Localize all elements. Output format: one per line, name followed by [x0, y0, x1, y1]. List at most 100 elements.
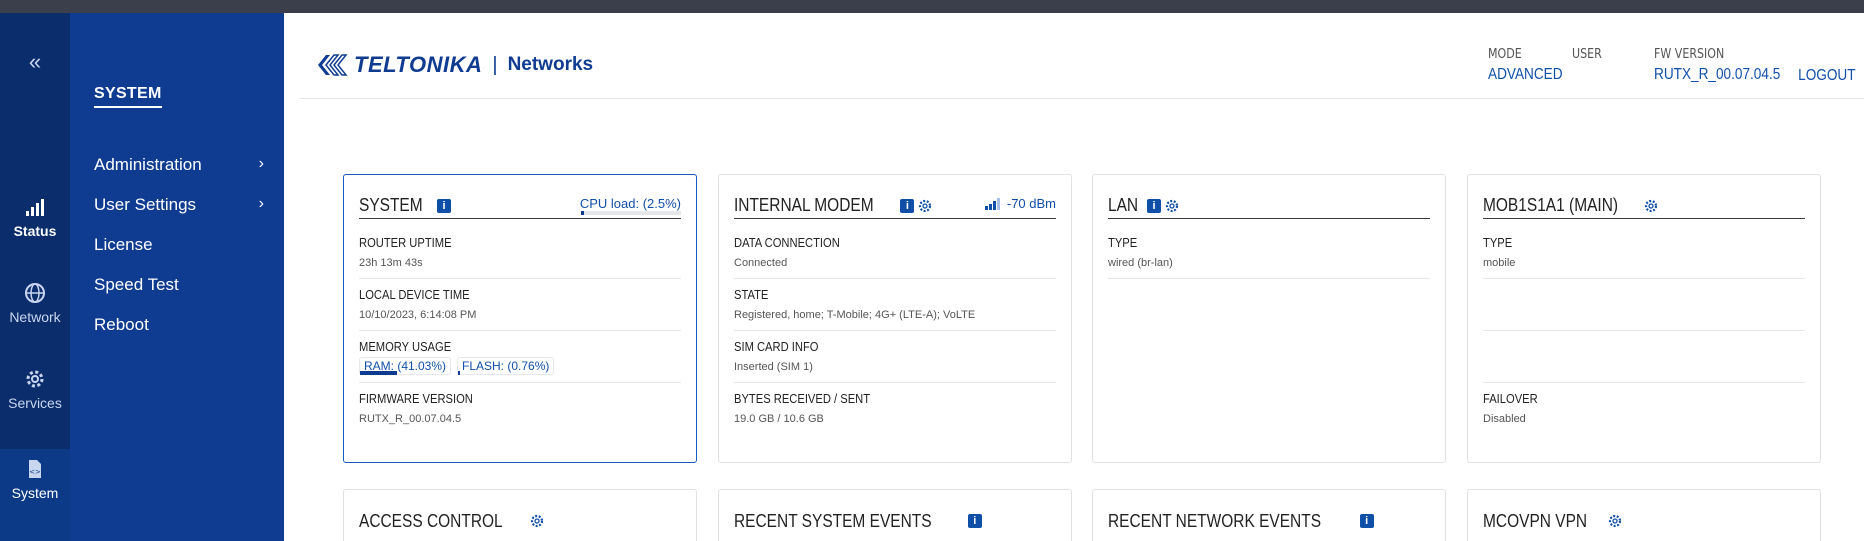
row-key: MEMORY USAGE	[359, 339, 452, 354]
logout-label: LOGOUT	[1798, 67, 1856, 84]
settings-gear-icon[interactable]	[918, 199, 932, 213]
row-key: TYPE	[1483, 235, 1513, 250]
card-title: SYSTEM	[359, 195, 423, 215]
product-name: Networks	[507, 54, 594, 75]
row-value: 23h 13m 43s	[359, 257, 423, 269]
info-icon[interactable]: i	[900, 198, 915, 213]
access-control-card: ACCESS CONTROL	[343, 489, 697, 541]
row-value: Inserted (SIM 1)	[734, 361, 813, 373]
row-value: Connected	[734, 257, 788, 269]
info-row: DATA CONNECTION Connected	[734, 227, 1056, 279]
fw-value: RUTX_R_00.07.04.5	[1654, 66, 1781, 83]
submenu-item-license[interactable]: License	[94, 235, 264, 255]
redacted-row	[1483, 279, 1805, 331]
row-value: wired (br-lan)	[1108, 257, 1173, 269]
submenu-item-speed-test[interactable]: Speed Test	[94, 275, 264, 295]
submenu-item-label: User Settings	[94, 195, 197, 214]
settings-gear-icon[interactable]	[1165, 199, 1179, 213]
signal-icon	[26, 199, 44, 216]
row-value: RUTX_R_00.07.04.5	[359, 413, 462, 425]
settings-gear-icon[interactable]	[1608, 514, 1622, 528]
card-title: LAN	[1108, 195, 1139, 215]
teltonika-logo[interactable]: TELTONIKA | Networks	[316, 51, 593, 79]
info-icon[interactable]: i	[1359, 514, 1374, 528]
teltonika-mark-icon	[318, 54, 348, 76]
memory-row: MEMORY USAGE RAM: (41.03%) FLASH: (0.76%…	[359, 331, 681, 383]
brand-name: TELTONIKA	[354, 52, 483, 77]
row-value: 10/10/2023, 6:14:08 PM	[359, 309, 477, 321]
row-key: SIM CARD INFO	[734, 339, 819, 354]
info-row: FAILOVER Disabled	[1483, 383, 1805, 435]
row-value: mobile	[1483, 257, 1516, 269]
card-title: INTERNAL MODEM	[734, 195, 874, 215]
rail-item-status[interactable]: Status	[0, 195, 70, 239]
recent-system-events-card: RECENT SYSTEM EVENTS i	[718, 489, 1072, 541]
info-row: SIM CARD INFO Inserted (SIM 1)	[734, 331, 1056, 383]
info-row: LOCAL DEVICE TIME 10/10/2023, 6:14:08 PM	[359, 279, 681, 331]
card-header: MCOVPN VPN	[1483, 508, 1805, 534]
submenu-title: SYSTEM	[94, 85, 162, 108]
info-row: STATE Registered, home; T-Mobile; 4G+ (L…	[734, 279, 1056, 331]
mode-label: MODE	[1488, 47, 1522, 62]
rail-item-network[interactable]: Network	[0, 281, 70, 325]
flash-usage: FLASH: (0.76%)	[457, 357, 555, 375]
system-card: SYSTEM i CPU load: (2.5%) ROUTER UPTIME …	[343, 174, 697, 463]
ram-usage-fill	[360, 371, 397, 375]
row-key: STATE	[734, 287, 769, 302]
card-header: INTERNAL MODEM i -70 dBm	[734, 193, 1056, 219]
info-icon[interactable]: i	[437, 198, 452, 213]
rail-item-system[interactable]: <> System	[0, 449, 70, 541]
submenu-item-administration[interactable]: Administration ›	[94, 155, 264, 175]
nav-rail: « Status Network Services <> System	[0, 13, 70, 541]
cpu-load-fill	[581, 211, 584, 215]
settings-gear-icon[interactable]	[530, 514, 544, 528]
user-indicator: USER	[1572, 47, 1607, 62]
card-header: RECENT SYSTEM EVENTS i	[734, 508, 1056, 534]
system-submenu: SYSTEM Administration › User Settings › …	[70, 13, 284, 541]
mobile-interface-card: MOB1S1A1 (MAIN) TYPE mobile FAILOVER Dis…	[1467, 174, 1821, 463]
row-key: ROUTER UPTIME	[359, 235, 452, 250]
rail-item-label: Status	[13, 223, 57, 239]
row-key: LOCAL DEVICE TIME	[359, 287, 470, 302]
info-row: BYTES RECEIVED / SENT 19.0 GB / 10.6 GB	[734, 383, 1056, 435]
mode-value[interactable]: ADVANCED	[1488, 66, 1563, 84]
lan-card: LAN i TYPE wired (br-lan)	[1092, 174, 1446, 463]
cpu-load: CPU load: (2.5%)	[579, 196, 681, 211]
globe-icon	[25, 283, 45, 303]
info-icon[interactable]: i	[1147, 198, 1162, 213]
row-key: FIRMWARE VERSION	[359, 391, 473, 406]
row-value: Disabled	[1483, 413, 1526, 425]
settings-gear-icon[interactable]	[1644, 199, 1658, 213]
browser-tab-strip	[0, 0, 1864, 13]
card-header: MOB1S1A1 (MAIN)	[1483, 193, 1805, 219]
top-header: TELTONIKA | Networks MODE ADVANCED USER …	[300, 13, 1864, 99]
collapse-sidebar-icon[interactable]: «	[0, 49, 70, 75]
internal-modem-card: INTERNAL MODEM i -70 dBm DATA CONNECTION…	[718, 174, 1072, 463]
chevron-right-icon: ›	[258, 155, 264, 172]
row-key: BYTES RECEIVED / SENT	[734, 391, 871, 406]
gear-icon	[26, 370, 44, 388]
row-key: FAILOVER	[1483, 391, 1538, 406]
file-code-icon: <>	[29, 460, 41, 478]
rail-item-label: System	[11, 485, 59, 501]
mode-indicator: MODE ADVANCED	[1488, 47, 1576, 84]
signal-bars-icon	[984, 197, 1000, 210]
rail-item-services[interactable]: Services	[0, 367, 70, 411]
cpu-load-bar	[581, 211, 681, 215]
signal-value: -70 dBm	[1006, 196, 1056, 211]
flash-usage-label: FLASH: (0.76%)	[462, 359, 550, 373]
row-value: 19.0 GB / 10.6 GB	[734, 413, 824, 425]
chevron-right-icon: ›	[258, 195, 264, 212]
recent-network-events-card: RECENT NETWORK EVENTS i	[1092, 489, 1446, 541]
brand-separator: |	[492, 53, 498, 76]
submenu-item-reboot[interactable]: Reboot	[94, 315, 264, 335]
rail-item-label: Network	[9, 309, 61, 325]
info-icon[interactable]: i	[967, 514, 982, 528]
svg-text:<>: <>	[29, 468, 41, 476]
logout-button[interactable]: LOGOUT	[1788, 67, 1864, 85]
redacted-row	[1483, 331, 1805, 383]
submenu-item-user-settings[interactable]: User Settings ›	[94, 195, 264, 215]
info-row: TYPE mobile	[1483, 227, 1805, 279]
signal-strength: -70 dBm	[984, 196, 1056, 211]
card-title: MOB1S1A1 (MAIN)	[1483, 195, 1619, 215]
